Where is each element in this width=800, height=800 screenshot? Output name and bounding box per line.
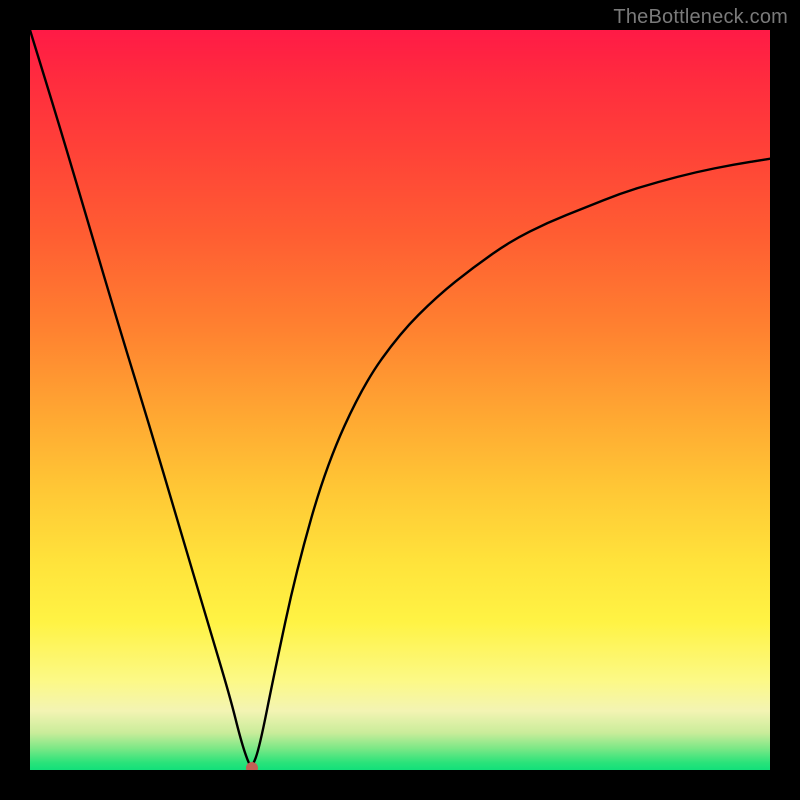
- watermark-text: TheBottleneck.com: [613, 6, 788, 29]
- chart-frame: TheBottleneck.com: [0, 0, 800, 800]
- plot-area: [30, 30, 770, 770]
- heat-gradient-bg: [30, 30, 770, 770]
- optimum-marker: [246, 762, 258, 770]
